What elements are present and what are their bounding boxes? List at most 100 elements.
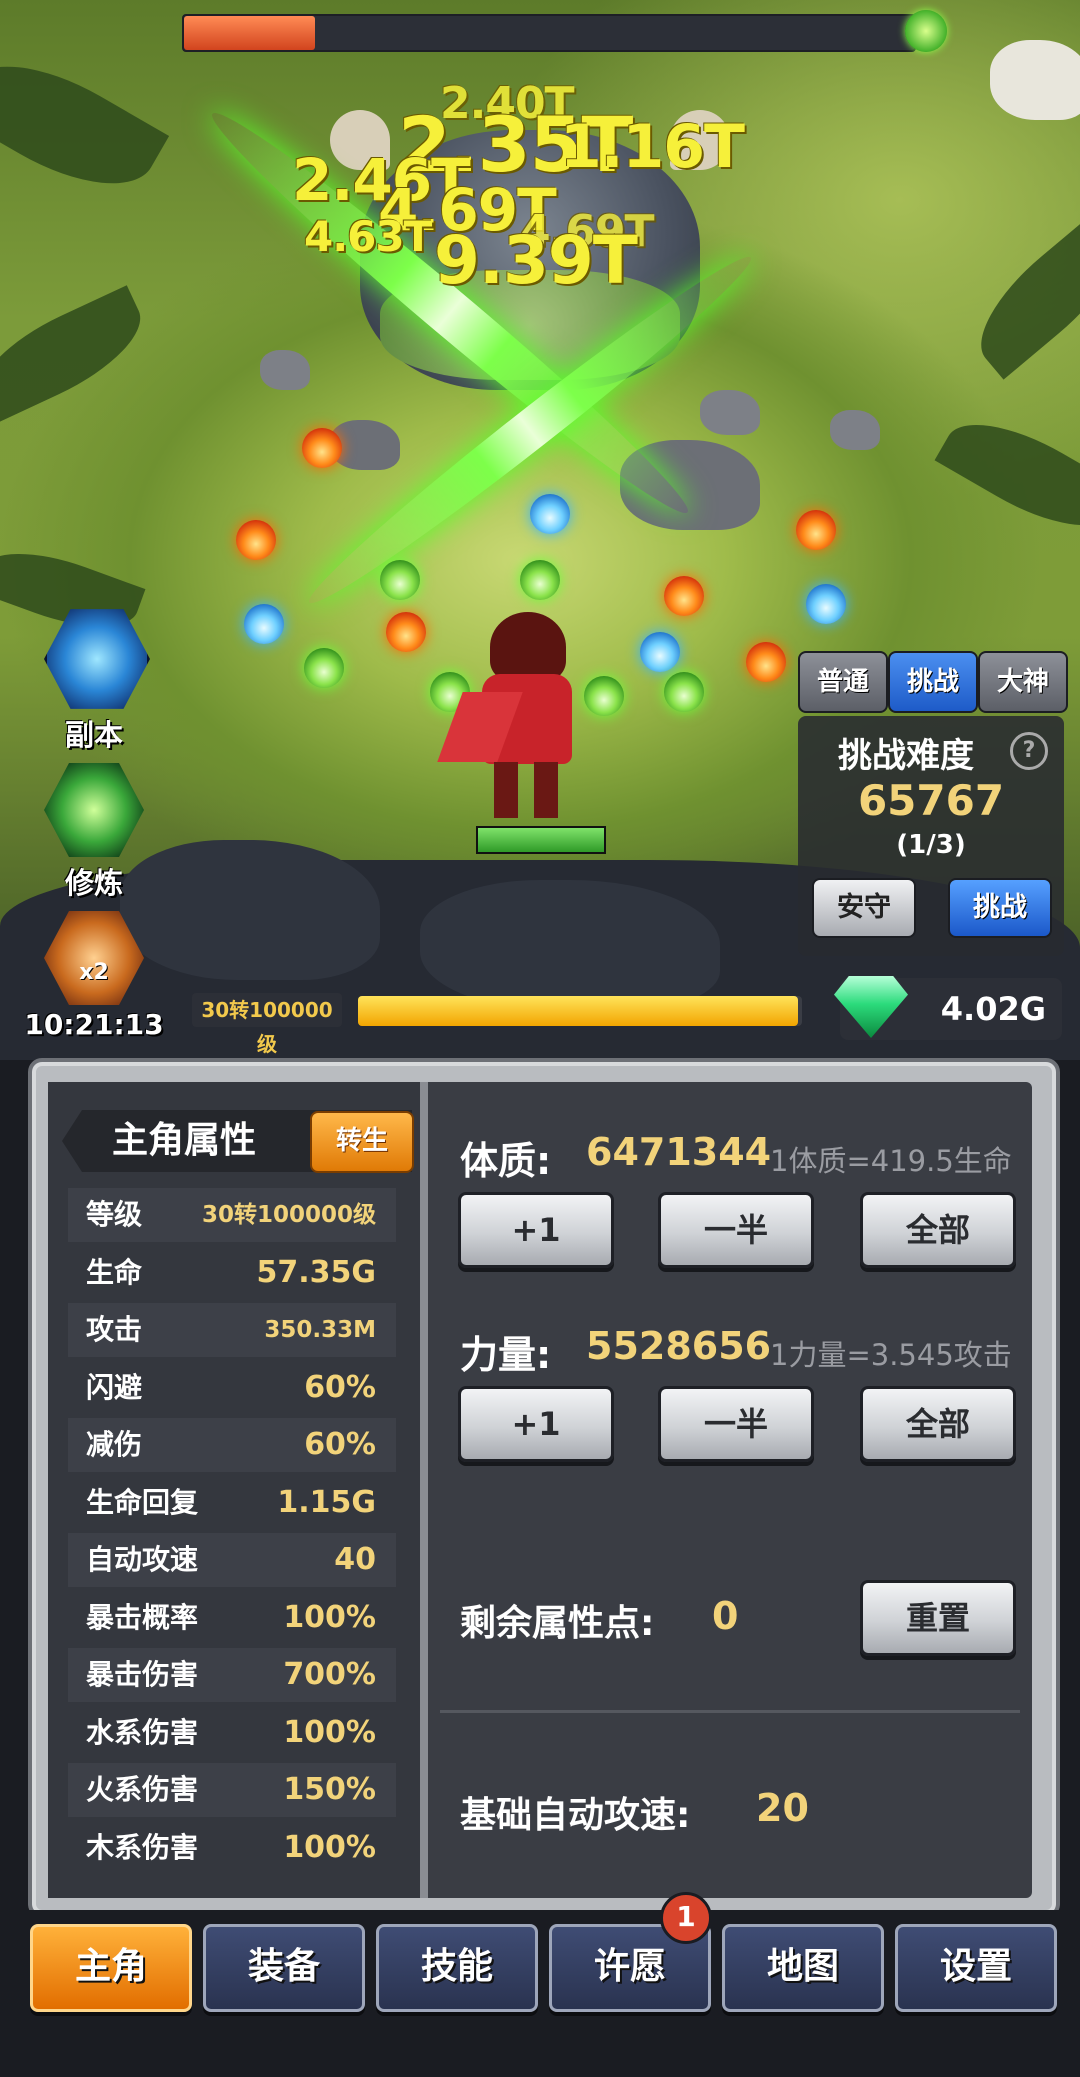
boss-hp-fill	[184, 16, 316, 50]
remaining-points-value: 0	[712, 1594, 739, 1638]
strength-half-button[interactable]: 一半	[658, 1386, 814, 1462]
foliage	[0, 285, 157, 425]
stat-name: 生命	[86, 1255, 143, 1289]
boost-multiplier: x2	[79, 960, 109, 985]
level-label: 30转100000级	[192, 993, 342, 1056]
tab-settings[interactable]: 设置	[895, 1924, 1057, 2012]
base-speed-value: 20	[756, 1786, 809, 1830]
guard-button[interactable]: 安守	[812, 878, 916, 938]
stat-name: 生命回复	[86, 1485, 199, 1519]
stat-value: 350.33M	[264, 1317, 376, 1343]
boost-timer: 10:21:13	[24, 1008, 164, 1041]
constitution-all-button[interactable]: 全部	[860, 1192, 1016, 1268]
stat-row: 闪避 60%	[68, 1361, 396, 1415]
water-orb	[530, 494, 570, 534]
tab-map[interactable]: 地图	[722, 1924, 884, 2012]
damage-number: 9.39T	[434, 222, 638, 299]
section-divider	[440, 1710, 1020, 1713]
stat-name: 暴击伤害	[86, 1658, 199, 1691]
stat-name: 闪避	[86, 1370, 143, 1404]
challenge-button[interactable]: 挑战	[948, 878, 1052, 938]
fire-orb	[664, 576, 704, 616]
column-divider	[420, 1082, 428, 1898]
wood-orb	[584, 676, 624, 716]
foreground-rock	[420, 880, 720, 1010]
smoke-puff	[260, 350, 310, 390]
boost-button[interactable]: x2 10:21:13	[24, 908, 164, 1048]
constitution-half-button[interactable]: 一半	[658, 1192, 814, 1268]
level-progress-bar	[358, 996, 802, 1026]
wish-notification-badge: 1	[660, 1892, 712, 1944]
difficulty-value: 65767	[857, 776, 1005, 825]
gem-counter: 4.02G	[834, 976, 1062, 1040]
dungeon-button[interactable]: 副本	[34, 606, 154, 752]
wood-orb	[304, 648, 344, 688]
swirl-icon	[44, 763, 144, 857]
stat-row: 生命 57.35G	[68, 1246, 396, 1300]
foliage	[934, 399, 1080, 551]
fire-orb	[796, 510, 836, 550]
strength-all-button[interactable]: 全部	[860, 1386, 1016, 1462]
stat-row: 减伤 60%	[68, 1418, 396, 1472]
rebirth-button[interactable]: 转生	[310, 1111, 414, 1173]
stat-value: 30转100000级	[201, 1202, 376, 1228]
stat-name: 减伤	[86, 1428, 143, 1461]
reset-button[interactable]: 重置	[860, 1580, 1016, 1656]
fire-orb	[386, 612, 426, 652]
stat-value: 700%	[283, 1657, 376, 1692]
damage-number: 1.16T	[560, 112, 745, 182]
cultivate-label: 修炼	[64, 866, 123, 900]
stat-name: 木系伤害	[86, 1830, 199, 1864]
mode-master-button[interactable]: 大神	[978, 651, 1068, 713]
tab-hero[interactable]: 主角	[30, 1924, 192, 2012]
stat-row: 攻击 350.33M	[68, 1303, 396, 1357]
boss-element-icon	[905, 10, 947, 52]
stat-row: 等级 30转100000级	[68, 1188, 396, 1242]
stat-value: 100%	[283, 1829, 376, 1865]
base-speed-label: 基础自动攻速:	[460, 1795, 691, 1836]
tab-equipment[interactable]: 装备	[203, 1924, 365, 2012]
stat-value: 100%	[283, 1599, 376, 1635]
stat-row: 水系伤害 100%	[68, 1706, 396, 1760]
tab-skills[interactable]: 技能	[376, 1924, 538, 2012]
constitution-plus-one-button[interactable]: +1	[458, 1192, 614, 1268]
strength-label: 力量:	[460, 1333, 552, 1377]
stat-row: 火系伤害 150%	[68, 1763, 396, 1817]
stat-value: 57.35G	[256, 1254, 376, 1290]
water-orb	[640, 632, 680, 672]
dungeon-label: 副本	[64, 718, 123, 752]
stat-name: 暴击概率	[86, 1600, 199, 1634]
stat-name: 等级	[86, 1198, 143, 1231]
stat-value: 150%	[283, 1772, 376, 1807]
hero-attributes-title: 主角属性	[112, 1120, 257, 1161]
fire-orb	[746, 642, 786, 682]
boss-hp-bar	[182, 14, 916, 52]
water-orb	[806, 584, 846, 624]
difficulty-panel: 挑战难度 ? 65767 (1/3) 安守 挑战	[798, 716, 1064, 956]
constitution-note: 1体质=419.5生命	[770, 1144, 1012, 1178]
stat-value: 60%	[304, 1427, 376, 1462]
strength-plus-one-button[interactable]: +1	[458, 1386, 614, 1462]
hero-character[interactable]	[437, 612, 590, 822]
wood-orb	[380, 560, 420, 600]
cultivate-button[interactable]: 修炼	[34, 760, 154, 900]
fire-orb	[302, 428, 342, 468]
constitution-label: 体质:	[460, 1139, 552, 1183]
smoke-puff	[830, 410, 880, 450]
constitution-value: 6471344	[586, 1130, 772, 1174]
help-icon[interactable]: ?	[1010, 732, 1048, 770]
difficulty-progress: (1/3)	[896, 830, 966, 860]
stat-row: 暴击概率 100%	[68, 1591, 396, 1645]
stat-name: 火系伤害	[86, 1773, 199, 1806]
stat-name: 自动攻速	[86, 1543, 199, 1576]
stat-value: 1.15G	[277, 1484, 376, 1520]
mode-normal-button[interactable]: 普通	[798, 651, 888, 713]
boulder	[990, 40, 1080, 120]
fire-orb	[236, 520, 276, 560]
difficulty-title: 挑战难度	[838, 736, 974, 776]
wood-orb	[664, 672, 704, 712]
vortex-icon	[44, 609, 150, 709]
mode-challenge-button[interactable]: 挑战	[888, 651, 978, 713]
gem-amount: 4.02G	[940, 990, 1046, 1028]
stat-row: 暴击伤害 700%	[68, 1648, 396, 1702]
